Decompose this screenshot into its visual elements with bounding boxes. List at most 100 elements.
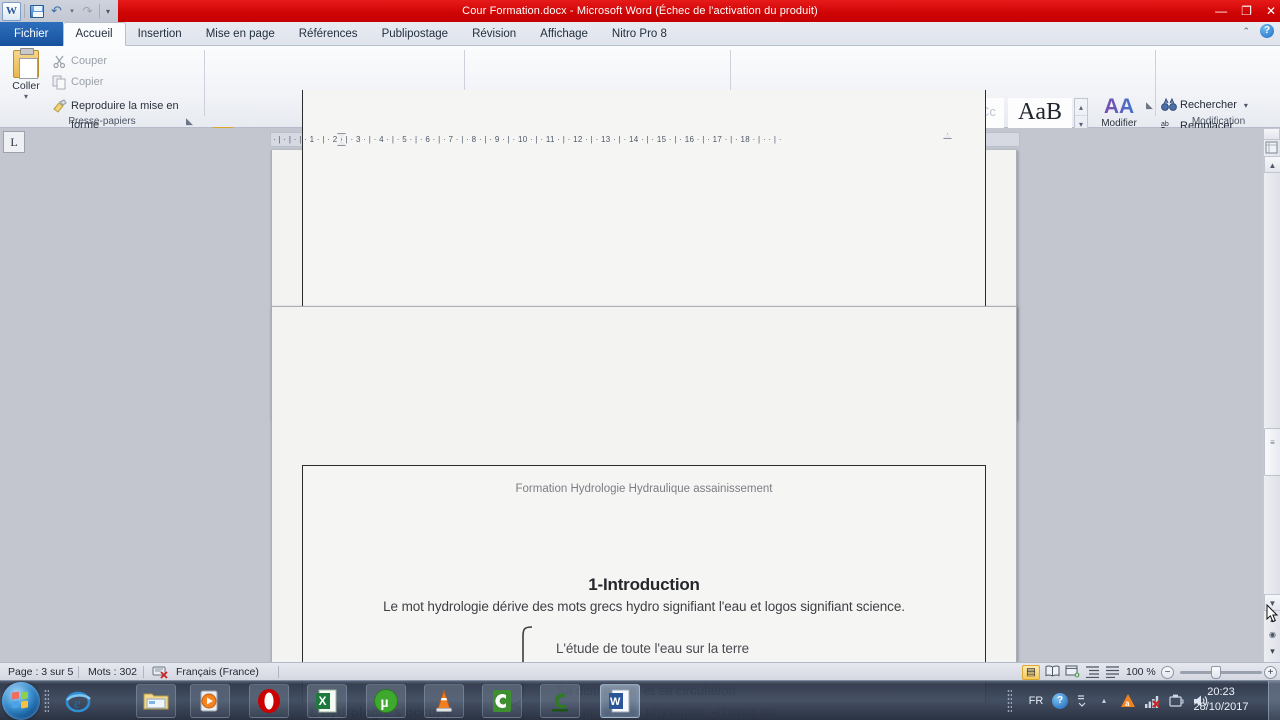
find-button[interactable]: Rechercher ▾ xyxy=(1160,96,1248,115)
select-browse-object-button[interactable]: ◉ xyxy=(1265,630,1280,645)
paste-caret-icon[interactable]: ▾ xyxy=(6,92,46,101)
taskbar-internet-explorer[interactable]: e xyxy=(58,684,98,718)
view-print-layout-button[interactable]: ▤ xyxy=(1022,665,1040,680)
close-button[interactable]: ✕ xyxy=(1266,2,1276,20)
taskbar-microsoft-word[interactable]: W xyxy=(600,684,640,718)
restore-button[interactable]: ❐ xyxy=(1241,2,1252,20)
tray-action-center-icon[interactable]: ? xyxy=(1052,693,1068,709)
tray-clock[interactable]: 20:23 28/10/2017 xyxy=(1184,685,1258,715)
horizontal-ruler[interactable]: · | · | · | · 1 · | · 2 · | · 3 · | · 4 … xyxy=(270,132,1020,147)
group-separator-4 xyxy=(1155,50,1156,116)
clipboard-dialog-launcher[interactable]: ◣ xyxy=(186,116,196,126)
status-language[interactable]: Français (France) xyxy=(176,663,259,681)
copy-label: Copier xyxy=(71,76,104,88)
taskbar-app-green-c-1[interactable] xyxy=(482,684,522,718)
change-styles-icon: AA xyxy=(1096,96,1142,118)
tab-stop-selector[interactable]: L xyxy=(3,131,25,153)
scissors-icon xyxy=(52,54,67,69)
word-icon: W xyxy=(609,689,630,713)
tab-references[interactable]: Références xyxy=(287,22,370,46)
tab-revision[interactable]: Révision xyxy=(460,22,528,46)
start-button[interactable] xyxy=(2,682,40,720)
save-icon xyxy=(29,4,44,18)
save-button[interactable] xyxy=(28,3,45,20)
paste-icon xyxy=(13,48,39,79)
status-bar: Page : 3 sur 5 Mots : 302 Français (Fran… xyxy=(0,662,1280,680)
taskbar-microsoft-excel[interactable]: X xyxy=(307,684,347,718)
quick-access-toolbar: W ↶ ▾ ↷ ▾ xyxy=(2,1,113,21)
taskbar-opera-browser[interactable] xyxy=(249,684,289,718)
scroll-down-button[interactable]: ▼ xyxy=(1264,594,1280,611)
styles-scroll-up-icon[interactable]: ▴ xyxy=(1075,99,1087,116)
zoom-level-label[interactable]: 100 % xyxy=(1126,663,1156,681)
taskbar-windows-explorer[interactable] xyxy=(136,684,176,718)
taskbar-windows-media-player[interactable] xyxy=(190,684,230,718)
media-player-icon xyxy=(200,690,218,712)
copy-button[interactable]: Copier xyxy=(50,73,103,92)
show-desktop-button[interactable] xyxy=(1268,681,1280,720)
svg-text:X: X xyxy=(319,694,327,708)
format-painter-button[interactable]: Reproduire la mise en forme xyxy=(50,97,204,131)
view-ruler-icon[interactable] xyxy=(1264,140,1279,155)
clipboard-group-label: Presse-papiers xyxy=(68,116,136,127)
collapse-ribbon-icon[interactable]: ⌃ xyxy=(1242,26,1250,37)
taskbar-grip-2[interactable] xyxy=(1007,689,1012,713)
tab-mise-en-page[interactable]: Mise en page xyxy=(194,22,287,46)
customize-qat-caret-icon[interactable]: ▾ xyxy=(103,3,113,20)
window-controls: — ❐ ✕ xyxy=(1215,2,1276,20)
tab-publipostage[interactable]: Publipostage xyxy=(370,22,461,46)
tray-show-hidden-icons-button[interactable] xyxy=(1074,693,1090,709)
tray-language-indicator[interactable]: FR xyxy=(1028,693,1044,709)
zoom-slider-thumb[interactable] xyxy=(1211,666,1221,679)
tab-fichier[interactable]: Fichier xyxy=(0,22,63,46)
binoculars-icon xyxy=(1161,97,1177,119)
tray-expand-chevron-icon[interactable]: ▴ xyxy=(1096,693,1112,709)
ribbon-help-area: ⌃ ? xyxy=(1242,24,1274,38)
status-page-indicator[interactable]: Page : 3 sur 5 xyxy=(8,663,73,681)
tray-removable-device-icon[interactable] xyxy=(1168,693,1184,709)
brace-item: L'étude de toute l'eau sur la terre xyxy=(556,641,750,656)
split-window-handle[interactable] xyxy=(1263,128,1280,140)
ribbon-tab-strip: Fichier Accueil Insertion Mise en page R… xyxy=(0,22,1280,46)
next-page-button[interactable]: ▾ xyxy=(1265,646,1280,661)
vertical-scrollbar[interactable]: ▲ ≡ ▼ ▴ ◉ ▾ xyxy=(1263,128,1280,662)
tab-insertion[interactable]: Insertion xyxy=(126,22,194,46)
find-caret-icon[interactable]: ▾ xyxy=(1244,101,1248,110)
utorrent-icon: µ xyxy=(374,689,398,713)
status-word-count[interactable]: Mots : 302 xyxy=(88,663,137,681)
undo-button[interactable]: ↶ xyxy=(48,3,65,20)
find-label: Rechercher xyxy=(1180,99,1237,111)
green-c-icon-2 xyxy=(552,693,568,712)
tab-nitro-pro-8[interactable]: Nitro Pro 8 xyxy=(600,22,679,46)
scrollbar-thumb[interactable]: ≡ xyxy=(1264,428,1280,476)
zoom-slider-track[interactable] xyxy=(1180,671,1262,674)
copy-icon xyxy=(52,75,67,90)
zoom-out-button[interactable]: − xyxy=(1161,666,1174,679)
redo-button[interactable]: ↷ xyxy=(79,3,96,20)
minimize-button[interactable]: — xyxy=(1215,2,1227,20)
page-current-paragraph: Le mot hydrologie dérive des mots grecs … xyxy=(383,599,905,614)
previous-page-button[interactable]: ▴ xyxy=(1265,614,1280,629)
cut-label: Couper xyxy=(71,55,108,67)
tab-accueil[interactable]: Accueil xyxy=(62,22,126,46)
tray-avast-icon[interactable]: a xyxy=(1120,693,1136,709)
document-page-current[interactable]: Formation Hydrologie Hydraulique assaini… xyxy=(271,306,1017,720)
taskbar-grip-1[interactable] xyxy=(44,689,49,713)
tab-affichage[interactable]: Affichage xyxy=(528,22,600,46)
word-app-icon[interactable]: W xyxy=(2,1,21,21)
zoom-in-button[interactable]: + xyxy=(1264,666,1277,679)
paste-button[interactable]: Coller ▾ xyxy=(6,48,46,101)
tray-network-icon[interactable] xyxy=(1144,693,1160,709)
taskbar-utorrent[interactable]: µ xyxy=(366,684,406,718)
taskbar-vlc-media-player[interactable] xyxy=(424,684,464,718)
scroll-up-button[interactable]: ▲ xyxy=(1264,156,1280,173)
help-icon[interactable]: ? xyxy=(1260,24,1274,38)
undo-dropdown-caret-icon[interactable]: ▾ xyxy=(68,3,76,20)
opera-icon xyxy=(258,689,280,713)
style-preview: AaB xyxy=(1018,99,1062,125)
proofing-errors-icon xyxy=(152,666,168,679)
taskbar-app-green-c-2[interactable] xyxy=(540,684,580,718)
group-separator-1 xyxy=(204,50,205,116)
cut-button[interactable]: Couper xyxy=(50,52,107,71)
vlc-cone-icon xyxy=(436,689,452,712)
